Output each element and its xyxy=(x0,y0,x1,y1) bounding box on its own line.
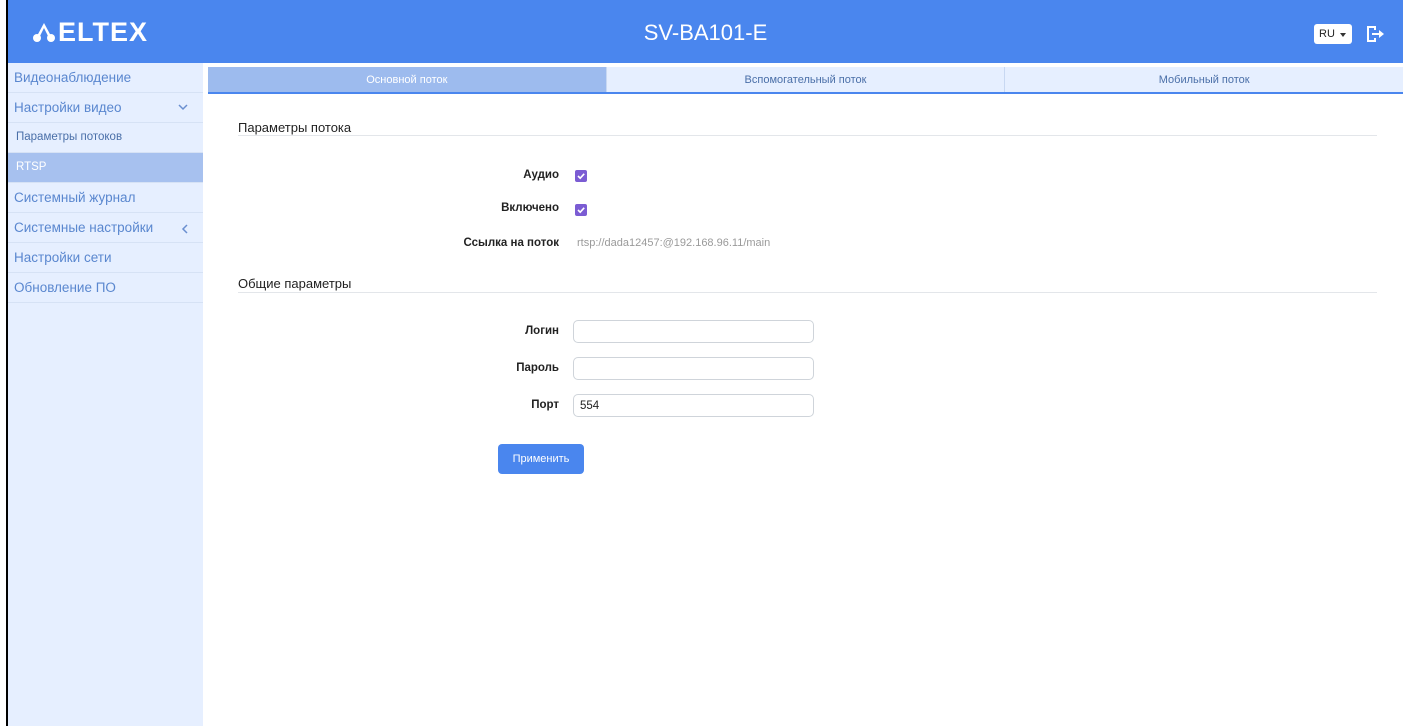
port-label: Порт xyxy=(531,399,559,411)
sidebar-item-label: Системные настройки xyxy=(14,220,154,235)
stream-link-label: Ссылка на поток xyxy=(463,237,559,249)
login-input[interactable] xyxy=(573,320,814,343)
sidebar-item-label: Параметры потоков xyxy=(16,131,123,143)
sidebar-item-system-settings[interactable]: Системные настройки xyxy=(8,213,203,243)
stream-tabs: Основной поток Вспомогательный поток Моб… xyxy=(208,67,1403,94)
tab-main-stream[interactable]: Основной поток xyxy=(208,67,607,92)
audio-checkbox[interactable] xyxy=(575,170,587,182)
sidebar-item-video-settings[interactable]: Настройки видео xyxy=(8,93,203,123)
chevron-down-icon xyxy=(178,104,188,112)
section-divider xyxy=(238,135,1377,136)
language-select[interactable]: RU xyxy=(1314,24,1352,44)
tab-secondary-stream[interactable]: Вспомогательный поток xyxy=(606,67,1006,92)
sidebar-item-system-log[interactable]: Системный журнал xyxy=(8,183,203,213)
sidebar-item-video-surveillance[interactable]: Видеонаблюдение xyxy=(8,63,203,93)
section-title-stream-params: Параметры потока xyxy=(238,120,352,135)
section-title-general-params: Общие параметры xyxy=(238,276,352,291)
sidebar-item-label: Системный журнал xyxy=(14,190,136,205)
enabled-checkbox[interactable] xyxy=(575,204,587,216)
audio-label: Аудио xyxy=(523,169,559,181)
sidebar-item-rtsp[interactable]: RTSP xyxy=(8,153,203,183)
logout-icon[interactable] xyxy=(1364,23,1386,45)
app-window: ELTEX SV-BA101-E RU Видеонаблюдение Наст… xyxy=(6,0,1403,726)
sidebar-item-label: Видеонаблюдение xyxy=(14,70,132,85)
sidebar-item-stream-params[interactable]: Параметры потоков xyxy=(8,123,203,153)
login-label: Логин xyxy=(525,325,559,337)
sidebar-item-firmware-update[interactable]: Обновление ПО xyxy=(8,273,203,303)
chevron-left-icon xyxy=(181,224,188,235)
port-input[interactable] xyxy=(573,394,814,417)
language-value: RU xyxy=(1319,28,1335,40)
device-name: SV-BA101-E xyxy=(643,20,768,45)
sidebar-item-label: Обновление ПО xyxy=(14,280,116,295)
stream-link-value: rtsp://dada12457:@192.168.96.11/main xyxy=(577,237,771,249)
enabled-label: Включено xyxy=(501,202,559,214)
sidebar-item-label: Настройки сети xyxy=(14,250,112,265)
top-header: ELTEX SV-BA101-E RU xyxy=(8,0,1403,63)
sidebar: Видеонаблюдение Настройки видео Параметр… xyxy=(8,63,203,726)
sidebar-item-label: RTSP xyxy=(16,161,47,173)
password-label: Пароль xyxy=(516,362,559,374)
password-input[interactable] xyxy=(573,357,814,380)
sidebar-item-label: Настройки видео xyxy=(14,100,122,115)
apply-button[interactable]: Применить xyxy=(498,444,584,474)
section-divider xyxy=(238,292,1377,293)
sidebar-item-network-settings[interactable]: Настройки сети xyxy=(8,243,203,273)
caret-down-icon xyxy=(1340,33,1346,37)
tab-mobile-stream[interactable]: Мобильный поток xyxy=(1005,67,1403,92)
